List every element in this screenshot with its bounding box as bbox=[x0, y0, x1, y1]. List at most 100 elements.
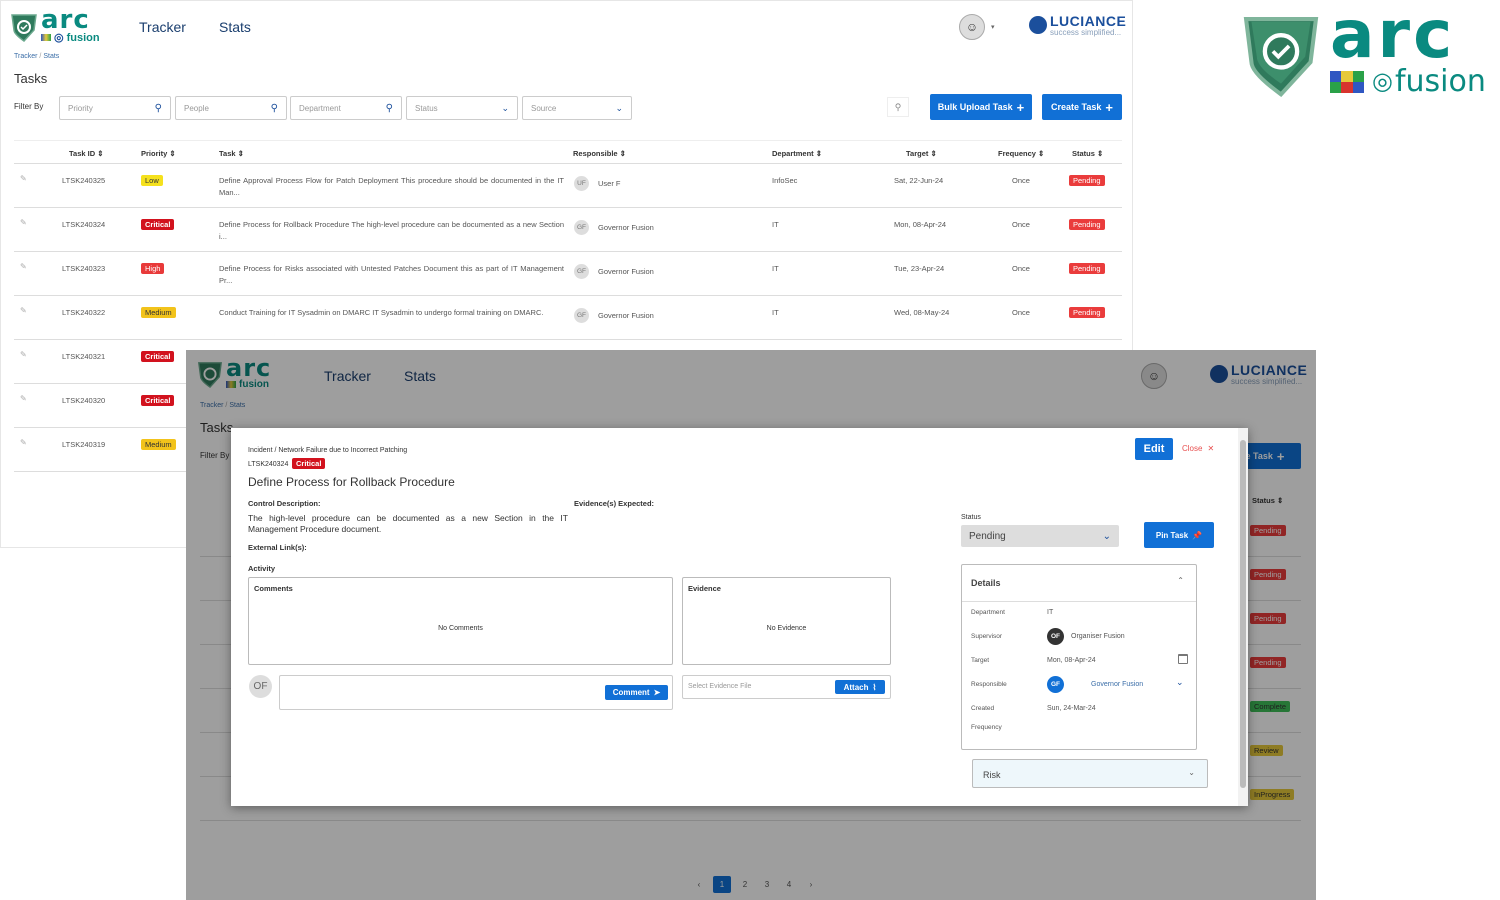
col-department[interactable]: Department ⇕ bbox=[772, 149, 822, 158]
status-filter[interactable]: Status ⌄ bbox=[406, 96, 518, 120]
task-id: LTSK240322 bbox=[62, 308, 106, 317]
responsible-name: Governor Fusion bbox=[598, 267, 654, 276]
paperclip-icon: ⌇ bbox=[872, 682, 877, 692]
risk-panel[interactable]: Risk ⌄ bbox=[972, 759, 1208, 788]
priority-filter[interactable]: Priority ⚲ bbox=[59, 96, 171, 120]
detail-created-label: Created bbox=[971, 705, 995, 712]
people-filter-label: People bbox=[184, 103, 209, 113]
people-filter[interactable]: People ⚲ bbox=[175, 96, 287, 120]
create-task-button[interactable]: Create Task + bbox=[1042, 94, 1122, 120]
edit-button[interactable]: Edit bbox=[1135, 438, 1173, 460]
target-date: Mon, 08-Apr-24 bbox=[894, 220, 947, 229]
search-icon: ⚲ bbox=[385, 102, 393, 114]
user-avatar-icon[interactable]: ☺ bbox=[959, 14, 985, 40]
modal-scrollbar[interactable] bbox=[1238, 428, 1248, 806]
task-text[interactable]: Define Approval Process Flow for Patch D… bbox=[219, 175, 564, 199]
chevron-down-icon: ⌄ bbox=[615, 102, 623, 113]
frequency: Once bbox=[1012, 176, 1030, 185]
pin-icon[interactable]: ✎ bbox=[20, 438, 27, 447]
comments-title: Comments bbox=[254, 584, 293, 593]
task-text[interactable]: Define Process for Rollback Procedure Th… bbox=[219, 219, 564, 243]
attach-button-label: Attach bbox=[843, 682, 869, 692]
modal-title: Define Process for Rollback Procedure bbox=[248, 475, 455, 489]
col-priority[interactable]: Priority ⇕ bbox=[141, 149, 176, 158]
create-task-label: Create Task bbox=[1051, 102, 1102, 112]
col-label: Department bbox=[772, 149, 814, 158]
chevron-down-icon[interactable]: ▾ bbox=[991, 23, 995, 31]
activity-label: Activity bbox=[248, 564, 276, 573]
nav-stats[interactable]: Stats bbox=[219, 19, 251, 35]
pin-icon[interactable]: ✎ bbox=[20, 262, 27, 271]
table-row[interactable]: ✎ LTSK240325 Low Define Approval Process Fl… bbox=[14, 164, 1122, 208]
breadcrumb-stats[interactable]: Stats bbox=[43, 53, 59, 60]
arc-logo[interactable]: arc ◎ fusion bbox=[9, 7, 100, 44]
status-select-value: Pending bbox=[969, 530, 1006, 542]
chevron-down-icon: ⌄ bbox=[501, 102, 509, 113]
priority-filter-label: Priority bbox=[68, 103, 93, 113]
col-task[interactable]: Task ⇕ bbox=[219, 149, 244, 158]
department: IT bbox=[772, 308, 779, 317]
current-user-avatar: OF bbox=[249, 675, 272, 698]
scrollbar-thumb[interactable] bbox=[1240, 440, 1246, 788]
chevron-down-icon[interactable]: ⌄ bbox=[1176, 677, 1184, 688]
plus-icon: + bbox=[1016, 99, 1025, 115]
status-badge: Pending bbox=[1069, 307, 1105, 318]
source-filter-label: Source bbox=[531, 103, 557, 113]
pin-icon[interactable]: ✎ bbox=[20, 306, 27, 315]
priority-badge: Medium bbox=[141, 307, 176, 318]
detail-responsible-value[interactable]: Governor Fusion bbox=[1091, 681, 1143, 688]
bulk-upload-button[interactable]: Bulk Upload Task + bbox=[930, 94, 1032, 120]
luciance-logo: LUCIANCE success simplified... bbox=[1029, 13, 1126, 37]
responsible-avatar: UF bbox=[574, 176, 589, 191]
brand-sub-text: fusion bbox=[1394, 64, 1486, 99]
status-select[interactable]: Pending ⌄ bbox=[961, 525, 1119, 547]
source-filter[interactable]: Source ⌄ bbox=[522, 96, 632, 120]
filter-label: Filter By bbox=[14, 102, 44, 111]
col-status[interactable]: Status ⇕ bbox=[1072, 149, 1103, 158]
comments-panel: Comments No Comments bbox=[248, 577, 673, 665]
pin-icon: 📌 bbox=[1192, 530, 1203, 540]
table-row[interactable]: ✎ LTSK240324 Critical Define Process for Ro… bbox=[14, 208, 1122, 252]
details-panel: Details ⌃ Department IT Supervisor OF Or… bbox=[961, 564, 1197, 750]
no-comments-text: No Comments bbox=[438, 625, 483, 632]
comment-button-label: Comment bbox=[612, 688, 650, 697]
search-icon[interactable]: ⚲ bbox=[887, 97, 909, 117]
department-filter[interactable]: Department ⚲ bbox=[290, 96, 402, 120]
nav-tracker[interactable]: Tracker bbox=[139, 19, 186, 35]
responsible-avatar: GF bbox=[574, 220, 589, 235]
col-label: Task ID bbox=[69, 149, 96, 158]
breadcrumb-tracker[interactable]: Tracker bbox=[14, 53, 37, 60]
frequency: Once bbox=[1012, 220, 1030, 229]
col-label: Target bbox=[906, 149, 929, 158]
evidence-title: Evidence bbox=[688, 584, 721, 593]
bulk-upload-label: Bulk Upload Task bbox=[937, 102, 1013, 112]
table-row[interactable]: ✎ LTSK240323 High Define Process for Risks … bbox=[14, 252, 1122, 296]
task-id: LTSK240321 bbox=[62, 352, 106, 361]
col-label: Responsible bbox=[573, 149, 618, 158]
attach-button[interactable]: Attach ⌇ bbox=[835, 680, 885, 694]
responsible-name: Governor Fusion bbox=[598, 223, 654, 232]
table-row[interactable]: ✎ LTSK240322 Medium Conduct Training for IT… bbox=[14, 296, 1122, 340]
col-responsible[interactable]: Responsible ⇕ bbox=[573, 149, 626, 158]
task-text[interactable]: Conduct Training for IT Sysadmin on DMAR… bbox=[219, 307, 564, 319]
details-header[interactable]: Details ⌃ bbox=[962, 565, 1196, 602]
pin-icon[interactable]: ✎ bbox=[20, 350, 27, 359]
detail-department-value: IT bbox=[1047, 609, 1054, 616]
frequency: Once bbox=[1012, 264, 1030, 273]
col-frequency[interactable]: Frequency ⇕ bbox=[998, 149, 1044, 158]
page-title: Tasks bbox=[14, 71, 48, 86]
target-date: Tue, 23-Apr-24 bbox=[894, 264, 945, 273]
breadcrumb-sep: / bbox=[39, 53, 42, 60]
pin-icon[interactable]: ✎ bbox=[20, 174, 27, 183]
task-text[interactable]: Define Process for Risks associated with… bbox=[219, 263, 564, 287]
comment-button[interactable]: Comment ➤ bbox=[605, 685, 668, 700]
pin-icon[interactable]: ✎ bbox=[20, 394, 27, 403]
pin-task-button[interactable]: Pin Task 📌 bbox=[1144, 522, 1214, 548]
col-task-id[interactable]: Task ID ⇕ bbox=[69, 149, 104, 158]
department-filter-label: Department bbox=[299, 103, 341, 113]
detail-department-label: Department bbox=[971, 609, 1005, 616]
close-button[interactable]: Close ✕ bbox=[1182, 444, 1214, 453]
calendar-icon[interactable] bbox=[1178, 654, 1188, 664]
col-target[interactable]: Target ⇕ bbox=[906, 149, 937, 158]
pin-icon[interactable]: ✎ bbox=[20, 218, 27, 227]
